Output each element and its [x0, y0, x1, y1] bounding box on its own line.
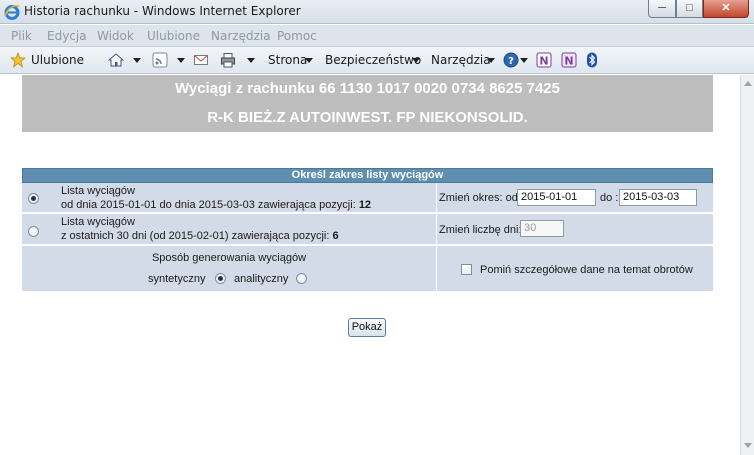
page-content: Wyciągi z rachunku 66 1130 1017 0020 073…: [0, 75, 740, 455]
security-menu-button[interactable]: Bezpieczeństwo: [325, 53, 421, 67]
mail-icon[interactable]: [193, 52, 209, 68]
account-name: R-K BIEŻ.Z AUTOINWEST. FP NIEKONSOLID.: [207, 109, 528, 126]
option2-label: Lista wyciągów: [61, 216, 135, 228]
menu-ulubione[interactable]: Ulubione: [147, 29, 200, 43]
rss-feed-icon[interactable]: [152, 52, 168, 68]
form-title: Określ zakres listy wyciągów: [22, 168, 713, 183]
print-icon[interactable]: [220, 52, 236, 68]
chevron-down-icon[interactable]: [305, 58, 313, 63]
option1-count: 12: [358, 199, 372, 211]
close-button[interactable]: ✕: [703, 0, 749, 18]
help-icon[interactable]: ?: [503, 52, 519, 68]
skip-details-checkbox[interactable]: [461, 264, 472, 275]
radio-last-days[interactable]: [28, 226, 39, 237]
menu-pomoc[interactable]: Pomoc: [277, 29, 317, 43]
column-divider: [436, 183, 437, 213]
chevron-down-icon[interactable]: [412, 58, 420, 63]
page-menu-button[interactable]: Strona: [268, 53, 307, 67]
account-header: Wyciągi z rachunku 66 1130 1017 0020 073…: [22, 75, 713, 132]
favorites-button[interactable]: Ulubione: [31, 53, 84, 67]
option-row-period: Lista wyciągów od dnia 2015-01-01 do dni…: [22, 183, 713, 213]
account-title: Wyciągi z rachunku 66 1130 1017 0020 073…: [174, 80, 560, 97]
date-from-input[interactable]: 2015-01-01: [517, 189, 596, 206]
column-divider: [436, 214, 437, 245]
chevron-down-icon[interactable]: [247, 58, 255, 63]
scroll-down-icon[interactable]: [744, 443, 752, 448]
option-row-last-days: Lista wyciągów z ostatnich 30 dni (od 20…: [22, 214, 713, 245]
skip-details-label: Pomiń szczegółowe dane na temat obrotów: [480, 264, 693, 276]
option2-count: 6: [332, 230, 339, 242]
days-count-input[interactable]: 30: [520, 220, 564, 237]
minimize-button[interactable]: ─: [648, 0, 676, 18]
scroll-up-icon[interactable]: [744, 81, 752, 86]
menu-narzedzia[interactable]: Narzędzia: [211, 29, 271, 43]
radio-analytic[interactable]: [296, 273, 307, 284]
option1-label: Lista wyciągów: [61, 185, 135, 197]
onenote-send-icon[interactable]: N: [561, 52, 577, 68]
menu-widok[interactable]: Widok: [97, 29, 134, 43]
menu-plik[interactable]: Plik: [11, 29, 32, 43]
date-to-input[interactable]: 2015-03-03: [619, 189, 697, 206]
home-icon[interactable]: [108, 52, 124, 68]
chevron-down-icon[interactable]: [133, 58, 141, 63]
star-icon: [10, 52, 26, 68]
title-bar: Historia rachunku - Windows Internet Exp…: [0, 0, 754, 24]
period-from-label: Zmień okres: od: [439, 192, 518, 204]
option2-detail: z ostatnich 30 dni (od 2015-02-01) zawie…: [61, 230, 339, 242]
bluetooth-icon[interactable]: [584, 52, 600, 68]
period-to-label: do :: [600, 192, 619, 204]
days-change-label: Zmień liczbę dni:: [439, 224, 522, 236]
generation-label: Sposób generowania wyciągów: [151, 252, 307, 264]
svg-text:N: N: [539, 55, 548, 68]
synthetic-label: syntetyczny: [148, 273, 206, 285]
menu-edycja[interactable]: Edycja: [47, 29, 87, 43]
window-title: Historia rachunku - Windows Internet Exp…: [24, 4, 301, 18]
radio-period[interactable]: [28, 193, 39, 204]
option1-detail: od dnia 2015-01-01 do dnia 2015-03-03 za…: [61, 199, 372, 211]
generation-row: Sposób generowania wyciągów syntetyczny …: [22, 246, 713, 292]
show-button[interactable]: Pokaż: [348, 318, 386, 337]
menu-bar: Plik Edycja Widok Ulubione Narzędzia Pom…: [0, 25, 754, 47]
onenote-icon[interactable]: N: [536, 52, 552, 68]
maximize-button[interactable]: □: [676, 0, 703, 18]
chevron-down-icon[interactable]: [520, 58, 528, 63]
column-divider: [436, 246, 437, 292]
internet-explorer-icon: [4, 4, 20, 20]
statement-range-form: Określ zakres listy wyciągów Lista wycią…: [22, 168, 713, 292]
analytic-label: analityczny: [234, 273, 289, 285]
command-bar: Ulubione Strona Bezpieczeństwo Narzędzia…: [0, 47, 754, 74]
radio-synthetic[interactable]: [215, 273, 226, 284]
vertical-scrollbar[interactable]: [740, 75, 754, 455]
svg-text:N: N: [564, 55, 573, 68]
chevron-down-icon[interactable]: [177, 58, 185, 63]
chevron-down-icon[interactable]: [487, 58, 495, 63]
tools-menu-button[interactable]: Narzędzia: [431, 53, 491, 67]
svg-text:?: ?: [508, 56, 514, 67]
